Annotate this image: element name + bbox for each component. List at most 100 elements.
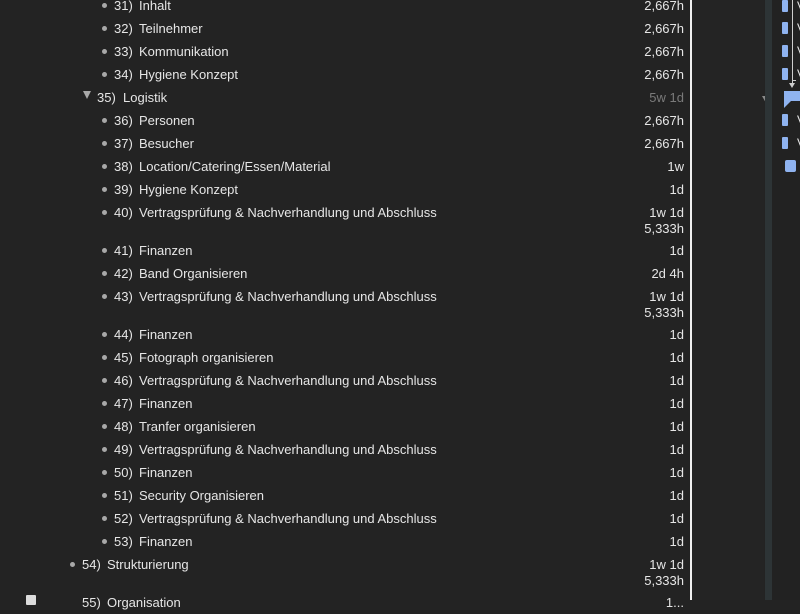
task-row[interactable]: 44) Finanzen 1d (0, 323, 690, 346)
task-title[interactable]: Finanzen (139, 396, 192, 411)
task-title[interactable]: Security Organisieren (139, 488, 264, 503)
task-title[interactable]: Teilnehmer (139, 21, 203, 36)
dependency-line (792, 80, 796, 81)
task-number: 49) (114, 442, 133, 457)
task-title[interactable]: Personen (139, 113, 195, 128)
task-title[interactable]: Logistik (123, 90, 167, 105)
task-group-row[interactable]: 35) Logistik 5w 1d (0, 86, 690, 109)
gantt-task-bar[interactable] (782, 22, 788, 34)
bullet-icon (102, 539, 107, 544)
duration-line: 2,667h (644, 21, 684, 36)
task-duration[interactable]: 1d (670, 488, 684, 504)
task-row[interactable]: 45) Fotograph organisieren 1d (0, 346, 690, 369)
task-duration[interactable]: 1d (670, 327, 684, 343)
task-duration[interactable]: 1d (670, 182, 684, 198)
task-duration[interactable]: 2,667h (644, 113, 684, 129)
task-duration[interactable]: 1d (670, 442, 684, 458)
task-duration[interactable]: 1w 1d 5,333h (644, 557, 684, 589)
task-row[interactable]: 38) Location/Catering/Essen/Material 1w (0, 155, 690, 178)
duration-line: 1d (669, 350, 684, 365)
task-duration[interactable]: 1w (667, 159, 684, 175)
task-row[interactable]: 54) Strukturierung 1w 1d 5,333h (0, 553, 690, 591)
task-title[interactable]: Besucher (139, 136, 194, 151)
task-title[interactable]: Vertragsprüfung & Nachverhandlung und Ab… (139, 442, 437, 457)
task-row[interactable]: 48) Tranfer organisieren 1d (0, 415, 690, 438)
task-duration[interactable]: 1d (670, 243, 684, 259)
task-duration[interactable]: 2,667h (644, 67, 684, 83)
task-title[interactable]: Vertragsprüfung & Nachverhandlung und Ab… (139, 373, 437, 388)
task-row[interactable]: 55) Organisation 1... (0, 591, 690, 614)
task-duration[interactable]: 1d (670, 350, 684, 366)
duration-line: 1w (667, 159, 684, 174)
task-duration[interactable]: 1w 1d 5,333h (644, 289, 684, 321)
task-duration[interactable]: 2d 4h (651, 266, 684, 282)
task-row[interactable]: 53) Finanzen 1d (0, 530, 690, 553)
task-row[interactable]: 32) Teilnehmer 2,667h (0, 17, 690, 40)
task-duration[interactable]: 1d (670, 534, 684, 550)
task-row[interactable]: 37) Besucher 2,667h (0, 132, 690, 155)
task-duration[interactable]: 1d (670, 511, 684, 527)
task-row[interactable]: 42) Band Organisieren 2d 4h (0, 262, 690, 285)
task-duration[interactable]: 1d (670, 373, 684, 389)
task-title[interactable]: Vertragsprüfung & Nachverhandlung und Ab… (139, 205, 437, 220)
task-duration[interactable]: 1w 1d 5,333h (644, 205, 684, 237)
gantt-summary-bar[interactable] (784, 91, 800, 101)
gantt-task-bar[interactable] (782, 137, 788, 149)
task-row[interactable]: 36) Personen 2,667h (0, 109, 690, 132)
task-title[interactable]: Organisation (107, 595, 181, 610)
task-duration[interactable]: 5w 1d (649, 90, 684, 106)
task-title[interactable]: Finanzen (139, 534, 192, 549)
task-row[interactable]: 50) Finanzen 1d (0, 461, 690, 484)
gantt-milestone[interactable] (785, 160, 796, 172)
bullet-icon (102, 470, 107, 475)
task-title[interactable]: Location/Catering/Essen/Material (139, 159, 331, 174)
task-row[interactable]: 40) Vertragsprüfung & Nachverhandlung und… (0, 201, 690, 239)
task-duration[interactable]: 2,667h (644, 44, 684, 60)
task-title[interactable]: Vertragsprüfung & Nachverhandlung und Ab… (139, 511, 437, 526)
task-number: 46) (114, 373, 133, 388)
task-title[interactable]: Hygiene Konzept (139, 182, 238, 197)
task-duration[interactable]: 2,667h (644, 136, 684, 152)
gantt-scroll-strip[interactable] (765, 0, 772, 600)
task-title[interactable]: Fotograph organisieren (139, 350, 273, 365)
task-title[interactable]: Vertragsprüfung & Nachverhandlung und Ab… (139, 289, 437, 304)
gantt-task-bar[interactable] (782, 114, 788, 126)
task-row[interactable]: 47) Finanzen 1d (0, 392, 690, 415)
task-title[interactable]: Strukturierung (107, 557, 189, 572)
task-row[interactable]: 52) Vertragsprüfung & Nachverhandlung und… (0, 507, 690, 530)
task-row[interactable]: 46) Vertragsprüfung & Nachverhandlung und… (0, 369, 690, 392)
task-title[interactable]: Inhalt (139, 0, 171, 13)
task-row[interactable]: 43) Vertragsprüfung & Nachverhandlung und… (0, 285, 690, 323)
task-title[interactable]: Finanzen (139, 465, 192, 480)
task-row[interactable]: 41) Finanzen 1d (0, 239, 690, 262)
gantt-task-bar[interactable] (782, 68, 788, 80)
task-duration[interactable]: 1d (670, 419, 684, 435)
task-title[interactable]: Finanzen (139, 243, 192, 258)
bullet-icon (102, 294, 107, 299)
task-title[interactable]: Tranfer organisieren (139, 419, 256, 434)
task-title[interactable]: Finanzen (139, 327, 192, 342)
task-duration[interactable]: 2,667h (644, 21, 684, 37)
task-title[interactable]: Kommunikation (139, 44, 229, 59)
note-icon[interactable] (26, 595, 36, 605)
task-title[interactable]: Hygiene Konzept (139, 67, 238, 82)
gantt-task-bar[interactable] (782, 45, 788, 57)
task-title[interactable]: Band Organisieren (139, 266, 247, 281)
task-duration[interactable]: 2,667h (644, 0, 684, 14)
task-row[interactable]: 49) Vertragsprüfung & Nachverhandlung und… (0, 438, 690, 461)
task-number: 41) (114, 243, 133, 258)
task-row[interactable]: 51) Security Organisieren 1d (0, 484, 690, 507)
task-duration[interactable]: 1d (670, 396, 684, 412)
bullet-icon (102, 447, 107, 452)
task-row[interactable]: 31) Inhalt 2,667h (0, 0, 690, 17)
gantt-task-bar[interactable] (782, 0, 788, 12)
task-row[interactable]: 34) Hygiene Konzept 2,667h (0, 63, 690, 86)
bullet-icon (102, 248, 107, 253)
task-number: 35) (97, 90, 116, 105)
disclosure-triangle-icon[interactable] (83, 91, 91, 99)
task-duration[interactable]: 1... (666, 595, 684, 611)
task-row[interactable]: 33) Kommunikation 2,667h (0, 40, 690, 63)
duration-line: 1d (669, 243, 684, 258)
task-row[interactable]: 39) Hygiene Konzept 1d (0, 178, 690, 201)
task-duration[interactable]: 1d (670, 465, 684, 481)
